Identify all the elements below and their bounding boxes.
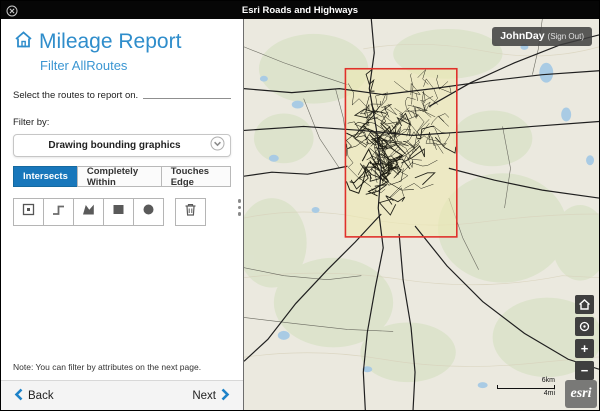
mileage-report-panel: Mileage Report Filter AllRoutes Select t… bbox=[1, 19, 244, 410]
map-home-icon bbox=[578, 298, 591, 311]
circle-tool-button[interactable] bbox=[133, 198, 164, 226]
scalebar: 6km 4mi bbox=[497, 377, 555, 397]
clear-graphics-button[interactable] bbox=[175, 198, 206, 226]
app-window: Esri Roads and Highways Mileage Report F… bbox=[0, 0, 600, 411]
polygon-icon bbox=[80, 201, 97, 223]
titlebar: Esri Roads and Highways bbox=[1, 1, 599, 19]
filter-method-dropdown[interactable]: Drawing bounding graphics bbox=[13, 134, 231, 157]
spatial-relation-tabs: Intersects Completely Within Touches Edg… bbox=[13, 166, 231, 187]
tab-intersects[interactable]: Intersects bbox=[13, 166, 78, 187]
scalebar-line bbox=[497, 385, 555, 389]
back-chevron-icon bbox=[14, 388, 23, 404]
circle-icon bbox=[140, 201, 157, 223]
point-select-tool-button[interactable] bbox=[13, 198, 44, 226]
home-icon bbox=[13, 29, 34, 55]
page-title: Mileage Report bbox=[39, 30, 181, 54]
panel-subtitle: Filter AllRoutes bbox=[40, 58, 231, 73]
locate-icon bbox=[578, 320, 591, 333]
polyline-tool-button[interactable] bbox=[43, 198, 74, 226]
polyline-icon bbox=[50, 201, 67, 223]
user-name: JohnDay bbox=[500, 30, 544, 42]
scalebar-km-label: 6km bbox=[497, 377, 555, 384]
zoom-in-button[interactable]: + bbox=[575, 339, 594, 358]
zoom-out-button[interactable]: − bbox=[575, 361, 594, 380]
next-chevron-icon bbox=[221, 388, 230, 404]
divider-line bbox=[143, 98, 231, 99]
dropdown-value: Drawing bounding graphics bbox=[19, 140, 210, 151]
map-home-button[interactable] bbox=[575, 295, 594, 314]
map-controls: + − bbox=[575, 295, 594, 380]
back-button[interactable]: Back bbox=[14, 388, 54, 404]
back-label: Back bbox=[28, 390, 54, 402]
panel-splitter-handle[interactable] bbox=[238, 199, 242, 216]
selection-highlight bbox=[345, 69, 456, 237]
chevron-down-icon bbox=[210, 136, 225, 156]
next-label: Next bbox=[192, 390, 216, 402]
tab-completely-within[interactable]: Completely Within bbox=[77, 166, 162, 187]
polygon-tool-button[interactable] bbox=[73, 198, 104, 226]
locate-button[interactable] bbox=[575, 317, 594, 336]
window-title: Esri Roads and Highways bbox=[242, 5, 358, 16]
point-select-icon bbox=[20, 201, 37, 223]
map-view[interactable]: JohnDay (Sign Out) + − bbox=[244, 19, 599, 410]
esri-logo: esri bbox=[565, 380, 597, 408]
signout-label: (Sign Out) bbox=[548, 32, 584, 41]
trash-icon bbox=[182, 201, 199, 223]
scalebar-mi-label: 4mi bbox=[497, 390, 555, 397]
rectangle-icon bbox=[110, 201, 127, 223]
note-text: Note: You can filter by attributes on th… bbox=[13, 362, 201, 372]
close-icon[interactable] bbox=[6, 4, 18, 16]
draw-toolbar bbox=[13, 198, 231, 226]
basemap-canvas bbox=[244, 19, 599, 410]
tab-touches-edge[interactable]: Touches Edge bbox=[161, 166, 231, 187]
panel-footer: Back Next bbox=[1, 380, 243, 410]
next-button[interactable]: Next bbox=[192, 388, 230, 404]
rectangle-tool-button[interactable] bbox=[103, 198, 134, 226]
user-signout-button[interactable]: JohnDay (Sign Out) bbox=[492, 27, 592, 46]
instruction-text: Select the routes to report on. bbox=[13, 90, 138, 101]
filter-by-label: Filter by: bbox=[13, 117, 231, 128]
